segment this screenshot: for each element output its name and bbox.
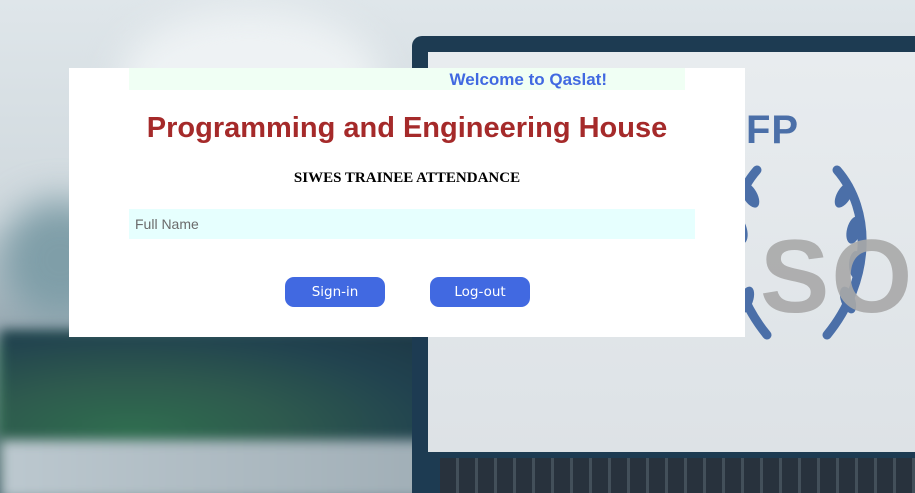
- log-out-button[interactable]: Log-out: [430, 277, 530, 307]
- background-logo-text: FP: [746, 108, 800, 152]
- full-name-input[interactable]: [129, 209, 695, 239]
- attendance-card: Welcome to Qaslat! Programming and Engin…: [69, 68, 745, 337]
- sign-in-button[interactable]: Sign-in: [285, 277, 385, 307]
- welcome-text: Welcome to Qaslat!: [449, 70, 607, 89]
- page-title: Programming and Engineering House: [146, 112, 668, 144]
- welcome-bar: Welcome to Qaslat!: [129, 68, 685, 90]
- page-subtitle: SIWES TRAINEE ATTENDANCE: [293, 170, 521, 186]
- background-large-text: SO: [760, 219, 915, 335]
- background-desk: [0, 440, 470, 493]
- laptop-keyboard: [440, 458, 915, 493]
